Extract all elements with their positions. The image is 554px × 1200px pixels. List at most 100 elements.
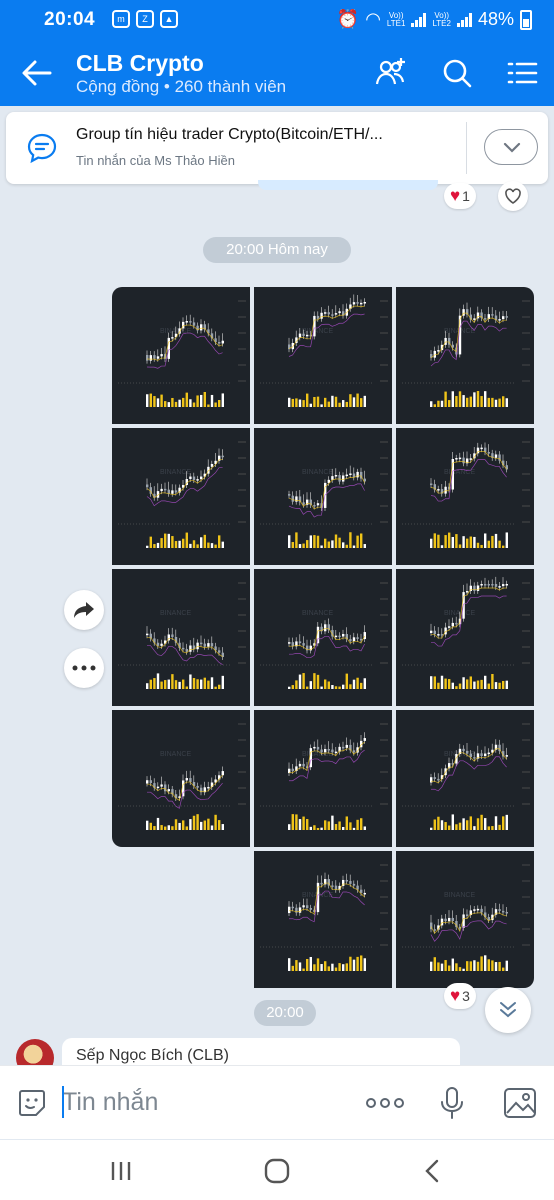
volume-bar <box>473 392 476 407</box>
chart-photo-thumbnail[interactable]: BINANCE <box>396 851 534 988</box>
search-icon[interactable] <box>440 56 474 90</box>
chart-photo-thumbnail[interactable]: BINANCE <box>112 710 250 847</box>
pinned-message-banner[interactable]: Group tín hiệu trader Crypto(Bitcoin/ETH… <box>6 112 548 184</box>
candle <box>327 749 330 751</box>
candle <box>149 355 152 361</box>
candle <box>221 771 224 776</box>
volume-bar <box>313 964 316 971</box>
candle <box>360 638 363 641</box>
volume-bar <box>146 683 149 689</box>
chart-photo-thumbnail[interactable]: BINANCE <box>112 287 250 424</box>
chart-photo-thumbnail[interactable]: BINANCE <box>396 287 534 424</box>
candle <box>146 633 149 636</box>
back-icon[interactable] <box>20 56 54 90</box>
microphone-icon[interactable] <box>436 1086 468 1120</box>
volume-bar <box>356 956 359 971</box>
more-dots-icon[interactable] <box>364 1091 406 1115</box>
chart-photo-thumbnail[interactable]: BINANCE <box>254 428 392 565</box>
reaction-summary[interactable]: ♥ 1 <box>444 183 476 209</box>
volume-bar <box>451 536 454 548</box>
group-subtitle[interactable]: Cộng đồng • 260 thành viên <box>76 77 286 97</box>
divider <box>466 122 467 174</box>
volume-bar <box>502 967 505 971</box>
volume-bar <box>480 396 483 407</box>
volume-bar <box>345 544 348 548</box>
binance-watermark: BINANCE <box>160 751 191 758</box>
volume-bar <box>363 678 366 689</box>
chart-photo-thumbnail[interactable]: BINANCE <box>254 287 392 424</box>
volume-bar <box>360 533 363 548</box>
volume-bar <box>178 540 181 548</box>
chart-photo-thumbnail[interactable]: BINANCE <box>112 428 250 565</box>
volume-bar <box>455 686 458 689</box>
like-button[interactable] <box>498 181 528 211</box>
volume-bar <box>288 686 291 689</box>
scroll-to-bottom-button[interactable] <box>485 987 531 1033</box>
volume-bar <box>221 824 224 830</box>
volume-bar <box>444 678 447 689</box>
volume-bar <box>171 536 174 548</box>
alarm-icon: ⏰ <box>336 9 360 29</box>
chart-photo-thumbnail[interactable]: BINANCE <box>112 569 250 706</box>
volume-bar <box>302 816 305 830</box>
chart-photo-thumbnail[interactable]: BINANCE <box>254 710 392 847</box>
chart-photo-thumbnail[interactable]: BINANCE <box>254 851 392 988</box>
system-back-icon[interactable] <box>418 1156 448 1186</box>
candle <box>334 635 338 638</box>
volume-bar <box>210 543 214 548</box>
message-input[interactable] <box>62 1084 342 1120</box>
candle <box>473 757 476 759</box>
volume-bar <box>342 684 345 689</box>
chart-photo-thumbnail[interactable]: BINANCE <box>254 569 392 706</box>
volume-bar <box>334 967 338 971</box>
candle <box>349 473 352 476</box>
volume-bar <box>288 958 291 971</box>
share-button[interactable] <box>64 590 104 630</box>
volume-bar <box>360 818 363 830</box>
volume-bar <box>448 825 451 830</box>
status-right: ⏰ ◠ Vo)) LTE1 Vo)) LTE2 48% <box>337 9 532 30</box>
recent-apps-icon[interactable] <box>106 1156 136 1186</box>
volume-bar <box>288 824 291 830</box>
volume-bar <box>200 821 203 830</box>
volume-bar <box>342 400 345 407</box>
volume-bar <box>171 674 174 689</box>
volume-bar <box>189 674 192 689</box>
volume-bar <box>349 532 352 548</box>
volume-bar <box>309 826 312 830</box>
add-member-icon[interactable] <box>374 56 408 90</box>
candle <box>327 312 330 315</box>
album-reaction-summary[interactable]: ♥ 3 <box>444 983 476 1009</box>
expand-pinned-button[interactable] <box>484 129 538 165</box>
candle <box>160 354 163 357</box>
candlestick-chart-image: BINANCE <box>118 300 246 407</box>
chevron-down-icon <box>503 142 521 153</box>
more-options-button[interactable] <box>64 648 104 688</box>
chart-photo-thumbnail[interactable]: BINANCE <box>396 428 534 565</box>
volume-bar <box>196 679 199 689</box>
volume-bar <box>487 683 490 689</box>
group-title[interactable]: CLB Crypto <box>76 50 204 77</box>
volume-bar <box>469 396 472 407</box>
reaction-count: 1 <box>462 188 470 204</box>
candle <box>174 490 178 493</box>
volume-bar <box>288 397 291 407</box>
menu-list-icon[interactable] <box>505 56 539 90</box>
notification-icons: m Z ▲ <box>112 10 178 28</box>
chart-photo-thumbnail[interactable]: BINANCE <box>396 710 534 847</box>
previous-message-bubble[interactable] <box>258 180 438 190</box>
pinned-sender: Tin nhắn của Ms Thảo Hiền <box>76 153 235 168</box>
volume-bar <box>218 684 221 689</box>
chart-photo-thumbnail[interactable]: BINANCE <box>396 569 534 706</box>
sticker-icon[interactable] <box>16 1087 48 1119</box>
volume-bar <box>178 681 181 689</box>
volume-bar <box>192 678 196 689</box>
gallery-icon[interactable] <box>502 1086 538 1120</box>
photo-album[interactable]: BINANCE BINANCE BINANCE BINANCE BINANCE BINAN… <box>112 287 534 990</box>
volume-bar <box>295 960 298 971</box>
candle <box>448 626 451 628</box>
candle <box>356 471 359 478</box>
volume-bar <box>480 956 483 971</box>
home-icon[interactable] <box>262 1156 292 1186</box>
volume-bar <box>182 397 185 407</box>
